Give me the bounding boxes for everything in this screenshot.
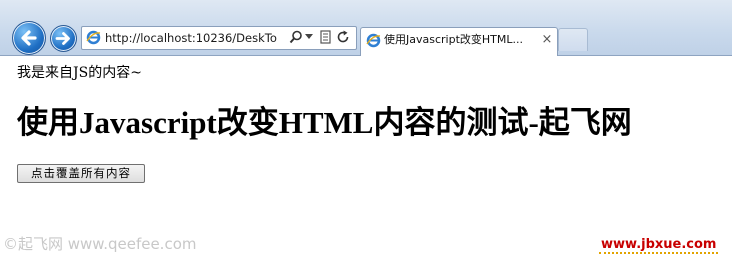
- back-arrow-icon: [21, 30, 37, 46]
- forward-button[interactable]: [50, 25, 77, 52]
- back-button[interactable]: [12, 21, 46, 55]
- tab-title: 使用Javascript改变HTML...: [384, 33, 523, 46]
- address-bar[interactable]: http://localhost:10236/DeskTo: [81, 26, 357, 50]
- dropdown-icon[interactable]: [305, 34, 313, 40]
- compatibility-icon[interactable]: [319, 30, 333, 44]
- browser-chrome: http://localhost:10236/DeskTo 使用Javascri…: [0, 0, 732, 56]
- page-heading: 使用Javascript改变HTML内容的测试-起飞网: [17, 105, 632, 140]
- watermark-jbxue: www.jbxue.com: [598, 237, 719, 254]
- refresh-icon[interactable]: [336, 30, 350, 44]
- js-inserted-text: 我是来自JS的内容~: [17, 65, 142, 81]
- overwrite-content-button[interactable]: 点击覆盖所有内容: [17, 164, 145, 183]
- address-url: http://localhost:10236/DeskTo: [105, 31, 277, 45]
- tab-active[interactable]: 使用Javascript改变HTML... ×: [360, 27, 558, 56]
- new-tab-button[interactable]: [558, 28, 588, 51]
- search-icon[interactable]: [289, 30, 303, 44]
- forward-arrow-icon: [55, 32, 70, 45]
- ie-logo-icon: [366, 33, 381, 48]
- tab-close-button[interactable]: ×: [540, 31, 554, 49]
- title-bar-faint: [8, 0, 408, 14]
- watermark-qeefee: ©起飞网 www.qeefee.com: [3, 235, 197, 253]
- ie-logo-icon: [86, 30, 101, 45]
- page-content: 我是来自JS的内容~ 使用Javascript改变HTML内容的测试-起飞网 点…: [0, 56, 732, 255]
